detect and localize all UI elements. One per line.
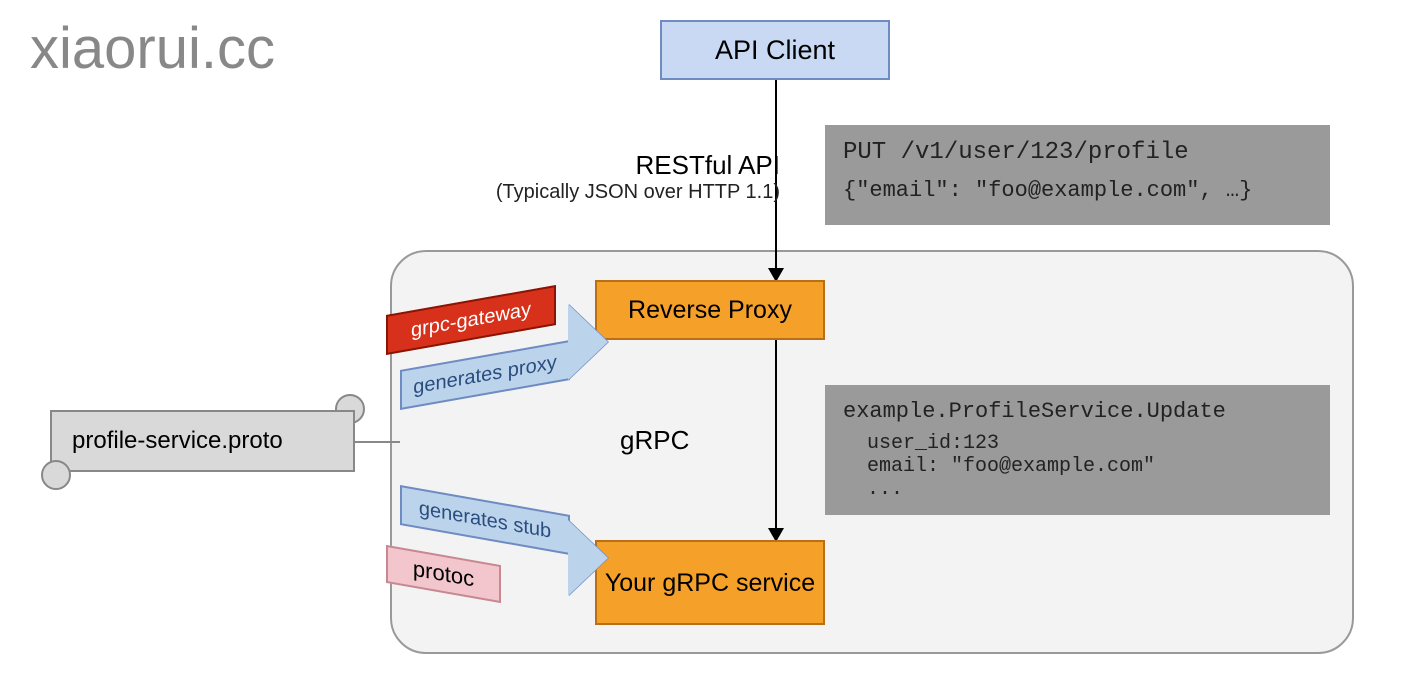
grpc-field-etc: ...	[843, 478, 1312, 501]
restful-title: RESTful API	[440, 150, 780, 181]
grpc-service-box: Your gRPC service	[595, 540, 825, 625]
generates-stub-arrow-head-icon	[568, 520, 608, 596]
restful-api-label: RESTful API (Typically JSON over HTTP 1.…	[440, 150, 780, 204]
rest-request-panel: PUT /v1/user/123/profile {"email": "foo@…	[825, 125, 1330, 225]
arrow-proxy-to-service-line	[775, 340, 777, 540]
protoc-label: protoc	[413, 556, 474, 593]
reverse-proxy-box: Reverse Proxy	[595, 280, 825, 340]
restful-subtitle: (Typically JSON over HTTP 1.1)	[440, 181, 780, 204]
watermark-text: xiaorui.cc	[30, 15, 275, 82]
proto-file-scroll: profile-service.proto	[50, 410, 355, 472]
grpc-label: gRPC	[620, 425, 689, 456]
proto-file-label: profile-service.proto	[72, 427, 283, 455]
api-client-box: API Client	[660, 20, 890, 80]
generates-proxy-arrow-head-icon	[568, 304, 608, 380]
grpc-field-email: email: "foo@example.com"	[843, 455, 1312, 478]
grpc-request-panel: example.ProfileService.Update user_id:12…	[825, 385, 1330, 515]
scroll-curl-bottom-icon	[41, 460, 71, 490]
proto-connector-line	[355, 441, 400, 443]
grpc-field-userid: user_id:123	[843, 432, 1312, 455]
rest-request-body: {"email": "foo@example.com", …}	[843, 178, 1312, 203]
rest-request-line: PUT /v1/user/123/profile	[843, 139, 1312, 166]
grpc-method: example.ProfileService.Update	[843, 399, 1312, 424]
